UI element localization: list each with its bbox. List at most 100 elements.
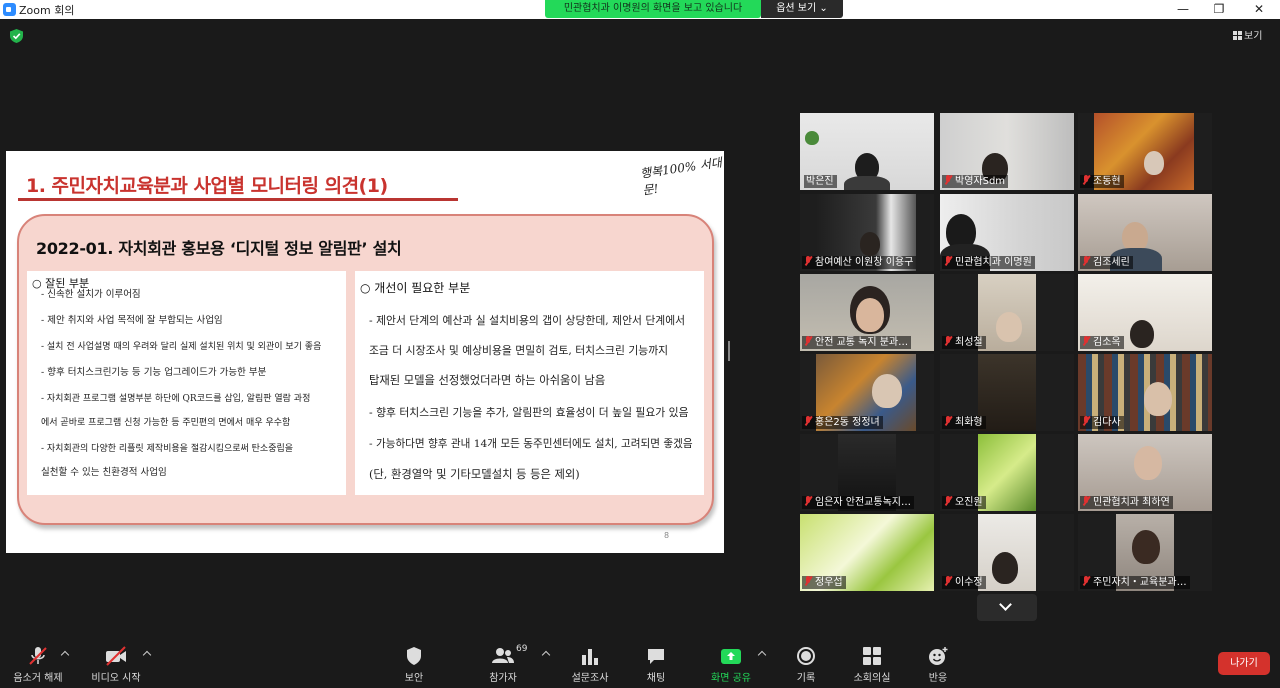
participant-silhouette xyxy=(1144,382,1172,416)
muted-mic-icon xyxy=(1082,416,1090,426)
participant-tile[interactable]: 정우섭 xyxy=(800,514,934,591)
video-off-icon xyxy=(106,646,126,666)
improvement-item: (단, 환경열악 및 기타모델설치 등 등은 제외) xyxy=(369,468,580,481)
grid-icon xyxy=(1233,31,1242,40)
improvement-panel: ○ 개선이 필요한 부분 - 제안서 단계의 예산과 실 설치비용의 갭이 상당… xyxy=(355,271,704,495)
muted-mic-icon xyxy=(1082,175,1090,185)
muted-mic-icon xyxy=(944,175,952,185)
participant-tile[interactable]: 오진원 xyxy=(940,434,1074,511)
participant-tile[interactable]: 박영자Sdm xyxy=(940,113,1074,190)
record-button[interactable]: 기록 xyxy=(786,646,826,686)
good-point-item: 실천할 수 있는 친환경적 사업임 xyxy=(41,467,167,478)
improvement-item: 탑재된 모델을 선정했었더라면 하는 아쉬움이 남음 xyxy=(369,374,606,387)
participant-tile[interactable]: 민관협치과 이명원 xyxy=(940,194,1074,271)
participant-name: 최화형 xyxy=(942,416,986,429)
muted-mic-icon xyxy=(944,256,952,266)
muted-mic-icon xyxy=(804,256,812,266)
start-video-label: 비디오 시작 xyxy=(91,673,141,684)
polls-button[interactable]: 설문조사 xyxy=(566,646,614,686)
participants-label: 참가자 xyxy=(489,673,517,684)
participant-name-text: 이수정 xyxy=(955,577,983,588)
chevron-down-icon xyxy=(999,598,1012,611)
participant-name-text: 김다사 xyxy=(1093,417,1121,428)
unmute-button[interactable]: 음소거 해제 xyxy=(8,646,68,686)
participants-options-caret[interactable] xyxy=(541,650,551,660)
muted-mic-icon xyxy=(944,576,952,586)
security-button[interactable]: 보안 xyxy=(394,646,434,686)
participant-name-text: 임은자 안전교통녹지… xyxy=(815,497,911,508)
participant-tile[interactable]: 홍은2동 정정녀 xyxy=(800,354,934,431)
minimize-button[interactable]: — xyxy=(1164,0,1202,19)
screen-share-banner: 민관협치과 이명원의 화면을 보고 있습니다 xyxy=(545,0,761,18)
share-screen-button[interactable]: 화면 공유 xyxy=(706,646,756,686)
zoom-window: Zoom 회의 — ❐ ✕ 민관협치과 이명원의 화면을 보고 있습니다 옵션 … xyxy=(0,0,1280,688)
unmute-label: 음소거 해제 xyxy=(13,673,63,684)
participant-tile[interactable]: 최화형 xyxy=(940,354,1074,431)
participant-tile[interactable]: 김소옥 xyxy=(1078,274,1212,351)
good-point-item: - 자치회관의 다양한 리플릿 제작비용을 절감시킴으로써 탄소중립을 xyxy=(41,444,294,454)
chat-button[interactable]: 채팅 xyxy=(636,646,676,686)
breakout-rooms-icon xyxy=(863,647,881,665)
encryption-shield-icon[interactable] xyxy=(10,29,23,43)
gallery-view-button[interactable]: 보기 xyxy=(1233,27,1262,42)
breakout-rooms-label: 소회의실 xyxy=(853,673,891,684)
participant-name-text: 조동현 xyxy=(1093,176,1121,187)
participant-tile[interactable]: 김조세린 xyxy=(1078,194,1212,271)
leave-meeting-button[interactable]: 나가기 xyxy=(1218,652,1270,675)
participant-name-text: 김소옥 xyxy=(1093,337,1121,348)
muted-mic-icon xyxy=(804,416,812,426)
close-window-button[interactable]: ✕ xyxy=(1240,0,1278,19)
participant-name-text: 안전 교통 녹지 분과… xyxy=(815,337,909,348)
window-title: Zoom 회의 xyxy=(19,4,75,17)
muted-mic-icon xyxy=(804,496,812,506)
good-point-item: - 설치 전 사업설명 때의 우려와 달리 실제 설치된 위치 및 외관이 보기… xyxy=(41,342,322,352)
participant-tile[interactable]: 조동현 xyxy=(1078,113,1212,190)
good-point-item: - 향후 터치스크린기능 등 기능 업그레이드가 가능한 부분 xyxy=(41,367,267,378)
participant-name: 민관협치과 이명원 xyxy=(942,256,1035,269)
muted-mic-icon xyxy=(804,576,812,586)
maximize-button[interactable]: ❐ xyxy=(1200,0,1238,19)
muted-mic-icon xyxy=(1082,336,1090,346)
gallery-next-page-button[interactable] xyxy=(977,594,1037,621)
participant-name-text: 최화형 xyxy=(955,417,983,428)
shared-screen-slide: 1. 주민자치교육분과 사업별 모니터링 의견(1) 행복100% 서대문! 2… xyxy=(6,151,724,553)
chat-bubble-icon xyxy=(648,649,664,664)
participants-button[interactable]: 69 참가자 xyxy=(482,644,527,686)
participant-tile[interactable]: 김다사 xyxy=(1078,354,1212,431)
record-icon xyxy=(797,647,815,665)
muted-mic-icon xyxy=(944,336,952,346)
view-options-button[interactable]: 옵션 보기 ⌄ xyxy=(761,0,843,18)
share-options-caret[interactable] xyxy=(757,650,767,660)
security-label: 보안 xyxy=(404,673,424,684)
split-view-handle[interactable] xyxy=(728,341,730,361)
participant-silhouette xyxy=(1130,320,1154,348)
breakout-rooms-button[interactable]: 소회의실 xyxy=(848,646,896,686)
participant-name: 안전 교통 녹지 분과… xyxy=(802,336,912,349)
participant-name: 조동현 xyxy=(1080,175,1124,188)
reactions-button[interactable]: 반응 xyxy=(918,646,958,686)
video-feed xyxy=(978,434,1036,511)
participant-tile[interactable]: 이수정 xyxy=(940,514,1074,591)
muted-mic-icon xyxy=(1082,576,1090,586)
participant-name: 최성철 xyxy=(942,336,986,349)
participant-tile[interactable]: 최성철 xyxy=(940,274,1074,351)
participant-tile[interactable]: 임은자 안전교통녹지… xyxy=(800,434,934,511)
participant-name-text: 민관협치과 최하연 xyxy=(1093,497,1170,508)
participant-silhouette xyxy=(1144,151,1164,175)
slide-page-number: 8 xyxy=(664,531,670,540)
slide-title: 1. 주민자치교육분과 사업별 모니터링 의견(1) xyxy=(26,175,388,197)
participant-name-text: 홍은2동 정정녀 xyxy=(815,417,880,428)
reactions-label: 반응 xyxy=(928,673,948,684)
participant-name-text: 박영자Sdm xyxy=(955,176,1006,187)
record-label: 기록 xyxy=(796,673,816,684)
participant-name-text: 참여예산 이원창 이용구 xyxy=(815,257,914,268)
participant-tile[interactable]: 주민자치・교육분과… xyxy=(1078,514,1212,591)
participant-silhouette xyxy=(1134,446,1162,480)
start-video-button[interactable]: 비디오 시작 xyxy=(86,646,146,686)
participant-tile[interactable]: 박은진 xyxy=(800,113,934,190)
participant-tile[interactable]: 안전 교통 녹지 분과… xyxy=(800,274,934,351)
participant-tile[interactable]: 참여예산 이원창 이용구 xyxy=(800,194,934,271)
participant-silhouette xyxy=(1132,530,1160,564)
participant-tile[interactable]: 민관협치과 최하연 xyxy=(1078,434,1212,511)
muted-microphone-icon xyxy=(29,647,47,665)
